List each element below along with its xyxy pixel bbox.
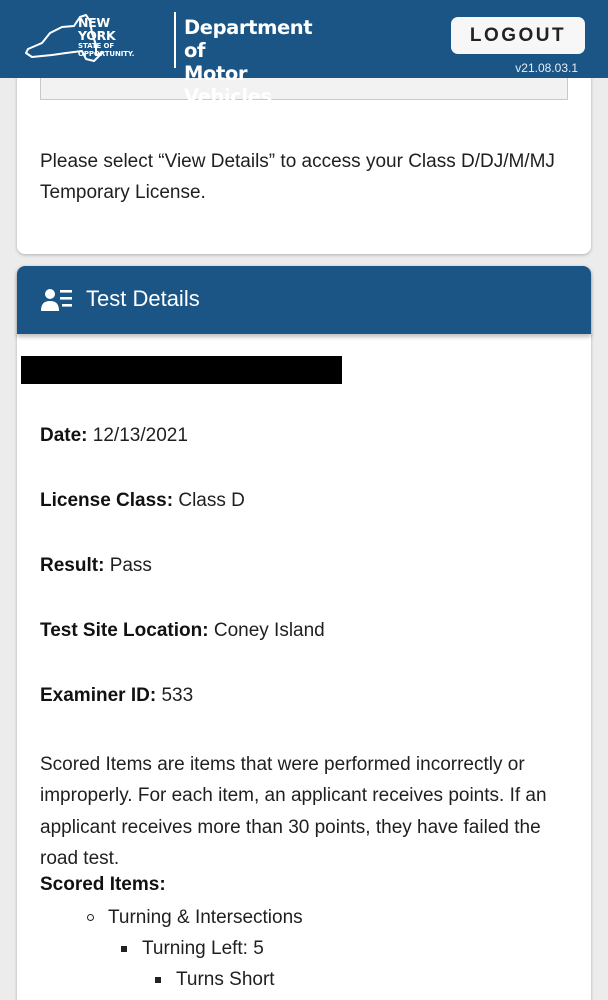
dmv-title: Department of Motor Vehicles xyxy=(184,16,313,108)
field-date-label: Date: xyxy=(40,425,88,446)
logo-opportunity-text: OPPORTUNITY. xyxy=(78,50,135,58)
person-list-icon xyxy=(41,289,72,311)
square-bullet-icon xyxy=(121,946,127,952)
test-details-header: Test Details xyxy=(17,266,591,334)
field-examiner-id-value: 533 xyxy=(161,685,194,706)
scored-items-heading: Scored Items: xyxy=(40,874,166,895)
scored-item-detail-label: Turns Short xyxy=(176,969,275,990)
field-result-value: Pass xyxy=(109,555,152,576)
logo-state-of-text: STATE OF xyxy=(78,42,115,50)
field-result: Result: Pass xyxy=(40,553,152,579)
test-details-card: Test Details Date: 12/13/2021 License Cl… xyxy=(17,266,591,1000)
nys-dmv-logo[interactable]: NEW YORK STATE OF OPPORTUNITY. Departmen… xyxy=(22,10,313,108)
field-license-class-value: Class D xyxy=(178,490,245,511)
circle-bullet-icon xyxy=(87,914,94,921)
app-version: v21.08.03.1 xyxy=(515,61,578,75)
field-examiner-id: Examiner ID: 533 xyxy=(40,683,193,709)
logo-divider xyxy=(174,12,176,68)
scored-item-subcategory-label: Turning Left: 5 xyxy=(142,938,264,959)
ny-state-outline-icon: NEW YORK STATE OF OPPORTUNITY. xyxy=(22,13,134,65)
app-header: NEW YORK STATE OF OPPORTUNITY. Departmen… xyxy=(0,0,608,108)
field-test-site-label: Test Site Location: xyxy=(40,620,209,641)
square-bullet-icon xyxy=(155,977,161,983)
dept-line-2: Motor Vehicles xyxy=(184,62,272,108)
redacted-name-bar xyxy=(21,356,342,384)
scored-item-category-label: Turning & Intersections xyxy=(108,907,303,928)
field-test-site: Test Site Location: Coney Island xyxy=(40,618,325,644)
scored-items-description: Scored Items are items that were perform… xyxy=(40,754,547,869)
field-license-class: License Class: Class D xyxy=(40,488,245,514)
dept-line-1: Department of xyxy=(184,16,313,62)
view-details-message: Please select “View Details” to access y… xyxy=(40,151,555,203)
logout-button[interactable]: LOGOUT xyxy=(451,17,585,54)
logo-new-york-text: NEW YORK xyxy=(78,15,116,43)
test-details-title: Test Details xyxy=(86,286,200,311)
field-date-value: 12/13/2021 xyxy=(92,425,188,446)
field-test-site-value: Coney Island xyxy=(213,620,325,641)
field-license-class-label: License Class: xyxy=(40,490,174,511)
field-date: Date: 12/13/2021 xyxy=(40,423,188,449)
field-examiner-id-label: Examiner ID: xyxy=(40,685,157,706)
field-result-label: Result: xyxy=(40,555,105,576)
